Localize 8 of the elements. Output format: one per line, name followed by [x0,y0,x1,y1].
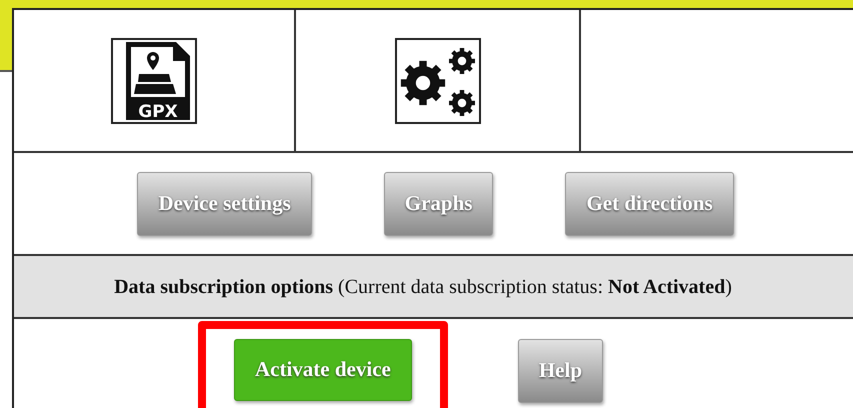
tool-button[interactable]: Device settings [137,172,312,236]
help-button[interactable]: Help [518,339,604,403]
gears-icon[interactable] [394,38,480,124]
subscription-status-text: Data subscription options (Current data subscription status: Not Activated) [114,274,732,300]
tool-button[interactable]: Get directions [565,172,734,236]
activate-button[interactable]: Activate device [234,339,412,401]
gpx-file-icon[interactable]: GPX [111,38,197,124]
tool-button[interactable]: Graphs [384,172,494,236]
